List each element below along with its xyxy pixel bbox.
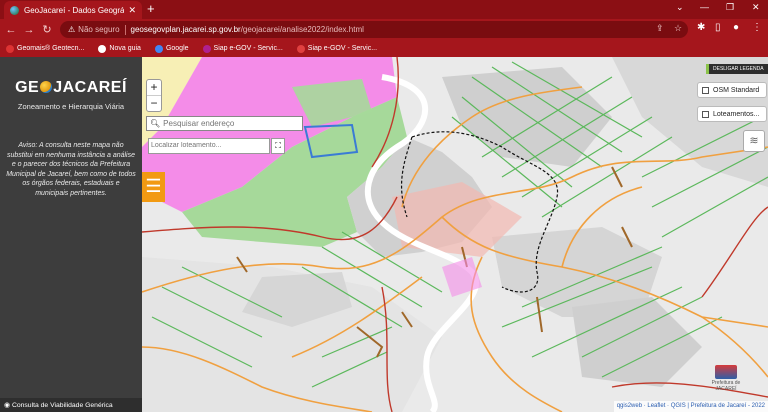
address-search: 🔍︎ <box>146 116 303 131</box>
zoom-control: + − <box>146 79 162 112</box>
url-path: /geojacarei/analise2022/index.html <box>240 25 364 34</box>
zoom-in-button[interactable]: + <box>147 80 161 96</box>
disclaimer-text: Aviso: A consulta neste mapa não substit… <box>6 142 136 197</box>
prefeitura-label: Prefeitura de JACAREÍ <box>711 380 741 392</box>
bookmark-label: Nova guia <box>109 45 141 52</box>
forward-button[interactable]: → <box>20 24 38 36</box>
share-icon[interactable]: ⇪ <box>656 23 664 34</box>
checkbox[interactable] <box>702 110 709 118</box>
prefeitura-logo: Prefeitura de JACAREÍ <box>708 365 744 392</box>
zoom-out-button[interactable]: − <box>147 96 161 112</box>
bookmark-icon <box>202 44 211 53</box>
maximize-button[interactable]: ❐ <box>726 2 734 13</box>
back-button[interactable]: ← <box>2 24 20 36</box>
bookmark-label: Siap e-GOV - Servic... <box>307 45 378 52</box>
loteamento-search <box>148 138 270 154</box>
toggle-legend-button[interactable]: DESLIGAR LEGENDA <box>706 64 768 74</box>
footer-link[interactable]: ◉ Consulta de Viabilidade Genérica <box>0 398 142 412</box>
prefeitura-emblem-icon <box>715 365 737 379</box>
globe-icon: ◉ <box>4 402 10 409</box>
browser-tab-bar: GeoJacareí - Dados Geográficos ✕ + ⌄ — ❐… <box>0 0 768 19</box>
google-icon <box>154 44 163 53</box>
menu-kebab-icon[interactable]: ⋮ <box>752 22 762 33</box>
map-attribution[interactable]: qgis2web · Leaflet · QGIS | Prefeitura d… <box>613 401 768 412</box>
map-canvas[interactable]: + − 🔍︎ ⛶ ☰ DESLIGAR LEGENDA OSM Standard… <box>142 57 768 412</box>
map-layer <box>142 57 768 412</box>
bookmark-item[interactable]: Siap e-GOV - Servic... <box>202 44 283 53</box>
new-tab-button[interactable]: + <box>147 1 155 17</box>
bookmark-item[interactable]: Geomais® Geotecn... <box>6 44 85 53</box>
logo-right: JACAREÍ <box>53 79 127 96</box>
close-window-button[interactable]: ✕ <box>752 2 760 13</box>
extensions-icon[interactable]: ✱ <box>697 22 705 33</box>
bookmark-label: Google <box>165 45 189 52</box>
menu-button[interactable]: ☰ <box>142 172 165 202</box>
loteamento-input[interactable] <box>151 142 266 149</box>
bookmark-item[interactable]: Google <box>154 44 189 53</box>
browser-tab[interactable]: GeoJacareí - Dados Geográficos ✕ <box>4 1 142 19</box>
divider <box>124 24 126 35</box>
layer-label: Loteamentos... <box>713 110 760 118</box>
page-subtitle: Zoneamento e Hierarquia Viária <box>17 102 125 111</box>
bookmarks-bar: Geomais® Geotecn... Nova guia Google Sia… <box>0 40 768 57</box>
url-host: geosegovplan.jacarei.sp.gov.br <box>130 25 241 34</box>
bookmark-item[interactable]: Nova guia <box>98 44 141 53</box>
not-secure-label: Não seguro <box>78 25 120 34</box>
bookmark-icon <box>296 44 305 53</box>
binoculars-icon[interactable]: ⛶ <box>271 138 285 154</box>
bookmark-icon <box>6 44 14 53</box>
layer-osm-standard[interactable]: OSM Standard <box>697 82 767 98</box>
geojacarei-logo: GE JACAREÍ <box>0 79 142 97</box>
layers-icon[interactable]: ≋ <box>743 130 765 152</box>
profile-icon[interactable]: ● <box>733 22 739 33</box>
search-icon: 🔍︎ <box>150 119 161 128</box>
tab-search-icon[interactable]: ⌄ <box>676 2 684 13</box>
close-tab-icon[interactable]: ✕ <box>128 5 136 16</box>
globe-icon <box>10 5 19 15</box>
logo-left: GE <box>15 79 40 96</box>
sidebar: GE JACAREÍ Zoneamento e Hierarquia Viária… <box>0 57 142 412</box>
tab-title: GeoJacareí - Dados Geográficos <box>24 5 125 15</box>
warning-icon: ⚠ <box>68 25 76 34</box>
logo-globe-icon <box>40 81 53 93</box>
reload-button[interactable]: ↻ <box>38 23 56 36</box>
footer-label: Consulta de Viabilidade Genérica <box>11 401 113 409</box>
layer-loteamentos[interactable]: Loteamentos... <box>697 106 767 122</box>
browser-toolbar: ← → ↻ ⚠ Não seguro geosegovplan.jacarei.… <box>0 19 768 40</box>
address-bar[interactable]: ⚠ Não seguro geosegovplan.jacarei.sp.gov… <box>60 21 688 38</box>
minimize-button[interactable]: — <box>700 2 709 12</box>
checkbox[interactable] <box>702 86 709 94</box>
bookmark-label: Geomais® Geotecn... <box>17 45 85 52</box>
layer-label: OSM Standard <box>713 86 760 94</box>
side-panel-icon[interactable]: ▯ <box>715 22 721 33</box>
bookmark-item[interactable]: Siap e-GOV - Servic... <box>296 44 378 53</box>
bookmark-label: Siap e-GOV - Servic... <box>213 45 283 52</box>
star-icon[interactable]: ☆ <box>674 23 682 34</box>
search-input[interactable] <box>163 119 299 128</box>
bookmark-icon <box>98 44 107 53</box>
